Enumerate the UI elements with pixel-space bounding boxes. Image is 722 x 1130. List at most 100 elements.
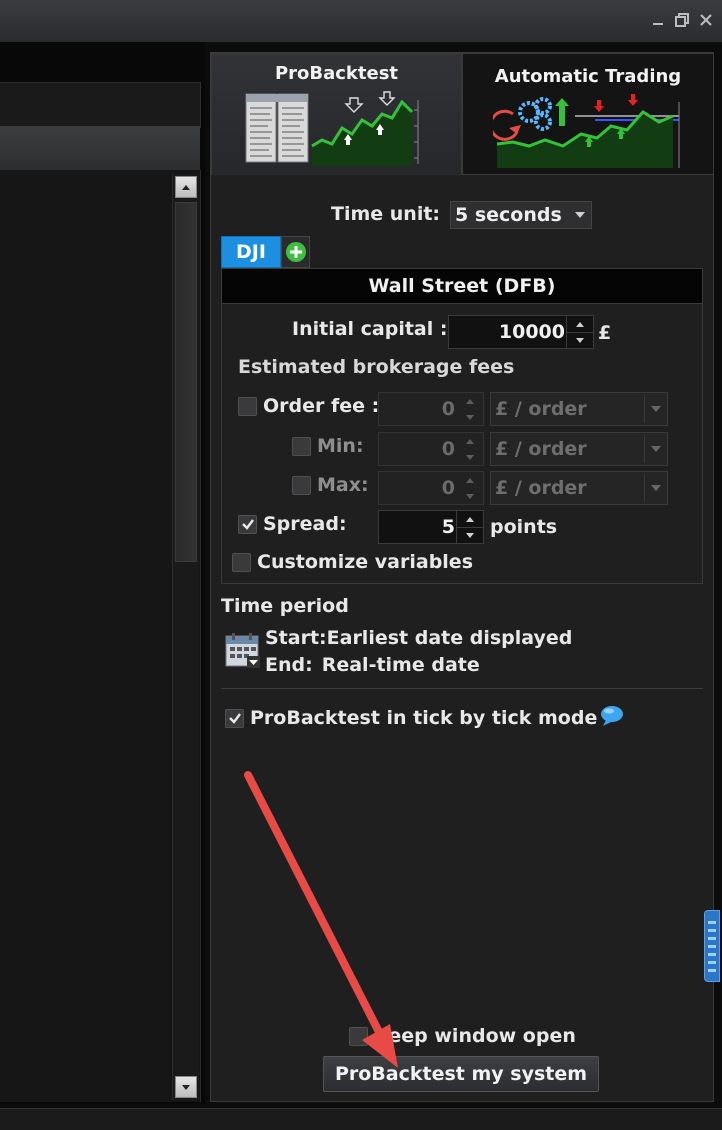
spread-increment-button[interactable] xyxy=(457,511,483,528)
max-fee-decrement-button[interactable] xyxy=(457,488,483,504)
time-unit-row: Time unit: xyxy=(331,203,440,225)
tab-probacktest[interactable]: ProBacktest xyxy=(211,53,462,175)
run-button-label: ProBacktest my system xyxy=(334,1063,588,1085)
capital-currency: £ xyxy=(598,322,612,344)
start-date-row: Start:Earliest date displayed xyxy=(265,627,572,649)
order-fee-unit-select[interactable]: £ / order xyxy=(490,392,668,426)
max-fee-spinner[interactable]: 0 xyxy=(378,471,484,505)
min-fee-spinner[interactable]: 0 xyxy=(378,432,484,466)
tab-automatic-trading[interactable]: Automatic Trading xyxy=(462,53,714,175)
max-fee-unit: £ / order xyxy=(495,477,587,499)
spread-row: Spread: xyxy=(238,513,347,535)
scroll-up-button[interactable] xyxy=(175,176,197,198)
probacktest-my-system-button[interactable]: ProBacktest my system xyxy=(323,1056,599,1092)
spread-spinner[interactable]: 5 xyxy=(378,510,484,544)
order-fee-spinner[interactable]: 0 xyxy=(378,392,484,426)
spread-checkbox[interactable] xyxy=(238,514,257,534)
keep-window-open-label: Keep window open xyxy=(374,1025,576,1047)
calendar-icon[interactable] xyxy=(225,632,261,670)
order-fee-unit: £ / order xyxy=(495,398,587,420)
spread-decrement-button[interactable] xyxy=(457,527,483,543)
side-panel-handle[interactable] xyxy=(704,910,720,982)
min-fee-increment-button[interactable] xyxy=(457,433,483,449)
scroll-down-button[interactable] xyxy=(175,1076,197,1098)
time-unit-value: 5 seconds xyxy=(455,204,562,226)
tick-mode-checkbox[interactable] xyxy=(225,708,244,728)
keep-window-open-checkbox[interactable] xyxy=(349,1026,368,1046)
min-fee-row: Min: xyxy=(292,435,364,457)
customize-variables-label: Customize variables xyxy=(257,551,474,573)
time-unit-select[interactable]: 5 seconds xyxy=(450,201,592,229)
minimize-icon[interactable] xyxy=(648,8,668,32)
status-bar xyxy=(0,1108,722,1130)
max-fee-label: Max: xyxy=(317,474,369,496)
max-fee-increment-button[interactable] xyxy=(457,472,483,488)
tick-mode-label: ProBacktest in tick by tick mode xyxy=(250,707,598,729)
instrument-settings-box: Wall Street (DFB) Initial capital : 1000… xyxy=(221,268,703,584)
order-fee-decrement-button[interactable] xyxy=(457,409,483,425)
info-bubble-icon[interactable] xyxy=(600,705,624,727)
end-date-value[interactable]: Real-time date xyxy=(322,654,480,676)
time-unit-label: Time unit: xyxy=(331,203,441,225)
checkmark-icon xyxy=(241,519,254,530)
tab-label: ProBacktest xyxy=(274,63,399,84)
start-date-text[interactable]: Start:Earliest date displayed xyxy=(265,627,572,649)
time-period-row: Time period xyxy=(221,595,349,617)
chevron-down-icon xyxy=(575,212,585,218)
order-fee-increment-button[interactable] xyxy=(457,393,483,409)
editor-area xyxy=(0,42,205,1104)
chevron-down-icon xyxy=(651,446,661,452)
spread-unit: points xyxy=(490,516,558,538)
capital-label: Initial capital : xyxy=(292,318,448,340)
plus-icon xyxy=(285,242,306,262)
min-fee-decrement-button[interactable] xyxy=(457,449,483,465)
end-date-label: End: xyxy=(265,654,313,676)
add-instrument-button[interactable] xyxy=(281,236,310,268)
window-controls xyxy=(648,8,716,32)
min-fee-unit-select[interactable]: £ / order xyxy=(490,432,668,466)
code-editor[interactable] xyxy=(0,170,201,1102)
editor-tab-strip xyxy=(0,82,201,128)
chevron-down-icon xyxy=(651,485,661,491)
max-fee-value: 0 xyxy=(441,477,455,499)
editor-header xyxy=(0,126,200,171)
close-icon[interactable] xyxy=(696,8,716,32)
instrument-tab[interactable]: DJI xyxy=(221,236,281,268)
editor-scrollbar[interactable] xyxy=(172,174,199,1100)
order-fee-row: Order fee : xyxy=(238,395,379,417)
tick-mode-row: ProBacktest in tick by tick mode xyxy=(225,705,624,729)
order-fee-value: 0 xyxy=(441,398,455,420)
order-fee-label: Order fee : xyxy=(263,395,380,417)
probacktest-chart-icon xyxy=(245,91,419,166)
checkmark-icon xyxy=(228,713,241,724)
instrument-name: Wall Street (DFB) xyxy=(222,269,702,304)
capital-increment-button[interactable] xyxy=(567,316,593,333)
restore-icon[interactable] xyxy=(672,8,692,32)
fees-heading: Estimated brokerage fees xyxy=(238,356,515,378)
max-fee-checkbox[interactable] xyxy=(292,475,311,495)
min-fee-checkbox[interactable] xyxy=(292,436,311,456)
spread-value: 5 xyxy=(441,516,455,538)
spread-label: Spread: xyxy=(263,513,347,535)
scroll-thumb[interactable] xyxy=(175,202,197,562)
min-fee-value: 0 xyxy=(441,438,455,460)
capital-decrement-button[interactable] xyxy=(567,332,593,348)
backtest-panel: ProBacktest Automatic Trading Time unit:… xyxy=(210,52,714,1102)
capital-value: 10000 xyxy=(498,321,565,343)
min-fee-unit: £ / order xyxy=(495,438,587,460)
customize-variables-checkbox[interactable] xyxy=(232,552,251,572)
end-date-row: End: Real-time date xyxy=(265,654,480,676)
capital-spinner[interactable]: 10000 xyxy=(448,315,594,349)
tab-label: Automatic Trading xyxy=(494,66,682,87)
max-fee-row: Max: xyxy=(292,474,369,496)
min-fee-label: Min: xyxy=(317,435,364,457)
fees-heading-row: Estimated brokerage fees xyxy=(238,356,514,378)
keep-window-open-row: Keep window open xyxy=(349,1025,576,1047)
instrument-code: DJI xyxy=(236,241,266,263)
automatic-trading-chart-icon xyxy=(493,94,680,168)
max-fee-unit-select[interactable]: £ / order xyxy=(490,471,668,505)
order-fee-checkbox[interactable] xyxy=(238,396,257,416)
capital-row: Initial capital : xyxy=(292,318,447,340)
time-period-heading: Time period xyxy=(221,595,349,617)
chevron-down-icon xyxy=(651,406,661,412)
